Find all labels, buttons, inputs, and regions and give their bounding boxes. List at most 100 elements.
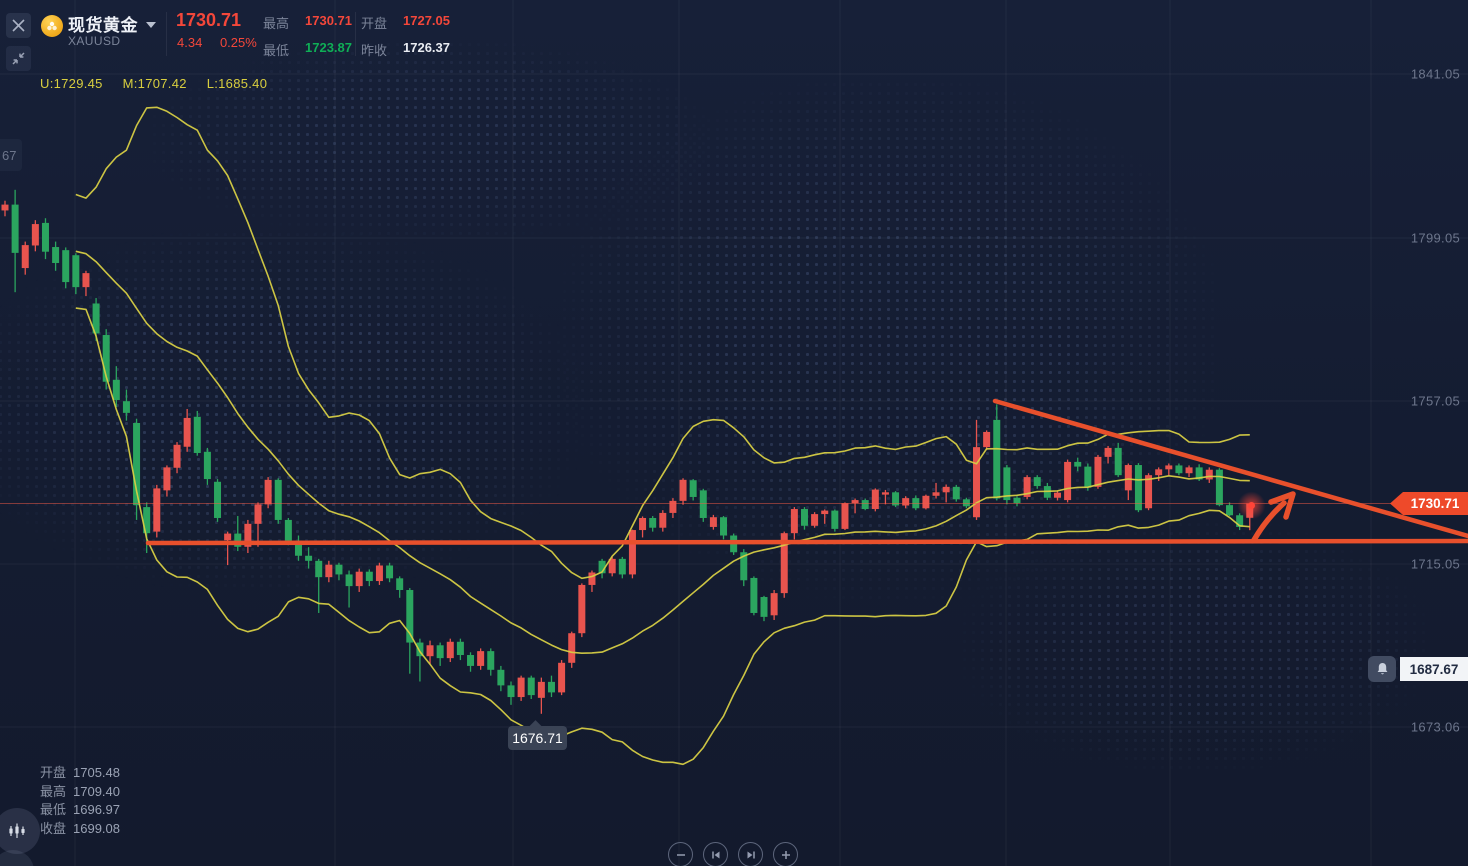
candle <box>1003 465 1011 505</box>
last-price: 1730.71 <box>176 10 242 30</box>
candle <box>396 576 404 598</box>
zoom-out-button[interactable] <box>668 842 693 866</box>
candle <box>294 535 302 561</box>
candle <box>558 660 566 696</box>
stat-label: 开盘 <box>361 16 388 31</box>
candle <box>699 488 707 522</box>
stat-label: 最低 <box>263 43 290 58</box>
change-value: 4.34 <box>177 35 203 50</box>
candle <box>649 516 657 532</box>
bollinger-upper: U:1729.45 <box>40 76 103 91</box>
candle <box>831 509 839 532</box>
candle <box>861 498 869 511</box>
stat-value: 1730.71 <box>305 13 352 28</box>
candle <box>345 570 353 608</box>
candle <box>1 200 9 217</box>
candle <box>942 484 950 503</box>
ohlc-value: 1709.40 <box>73 783 121 799</box>
annotations-layer <box>0 398 1468 546</box>
ohlc-label: 开盘 <box>40 765 67 780</box>
candle <box>720 516 728 540</box>
candle <box>62 247 70 289</box>
candle <box>446 638 454 663</box>
candle <box>669 498 677 518</box>
candle <box>588 570 596 592</box>
ohlc-readout-panel: 开盘 1705.48 最高 1709.40 最低 1696.97 收盘 1699.08 <box>40 764 120 838</box>
support-trendline <box>145 538 1468 546</box>
skip-to-end-button[interactable] <box>738 842 763 866</box>
chevron-down-icon <box>146 22 156 28</box>
candle <box>962 497 970 509</box>
minus-icon <box>676 853 685 856</box>
candle <box>477 648 485 670</box>
price-alert-button[interactable] <box>1368 656 1396 682</box>
candle <box>1215 468 1223 507</box>
gold-coin-icon <box>41 15 63 37</box>
zoom-in-button[interactable] <box>773 842 798 866</box>
candle <box>689 479 697 501</box>
collapse-button[interactable] <box>6 46 31 71</box>
close-button[interactable] <box>6 13 31 38</box>
candle <box>902 496 910 509</box>
grid-lines <box>0 0 1468 866</box>
candle <box>932 482 940 499</box>
bollinger-lower: L:1685.40 <box>206 76 268 91</box>
candle <box>1185 465 1193 478</box>
candle <box>52 241 60 271</box>
candle <box>274 478 282 524</box>
alert-price-label: 1687.67 <box>1400 657 1468 681</box>
candle <box>1104 445 1112 464</box>
candle <box>375 562 383 585</box>
candle <box>254 502 262 547</box>
candle <box>1053 490 1061 501</box>
candle <box>750 576 758 616</box>
candles-layer <box>1 189 1254 714</box>
ohlc-label: 收盘 <box>40 820 67 836</box>
candle <box>1165 463 1173 476</box>
candle <box>1134 463 1142 513</box>
candle <box>770 590 778 620</box>
ohlc-label: 最低 <box>40 802 67 817</box>
low-price-tooltip: 1676.71 <box>508 720 567 750</box>
stats-column-2: 开盘 1727.05 昨收 1726.37 <box>361 13 450 67</box>
current-price-badge: 1730.71 <box>1390 492 1468 515</box>
stat-value: 1726.37 <box>403 40 450 55</box>
candle <box>659 510 667 532</box>
header-divider <box>166 12 167 56</box>
candle <box>811 512 819 528</box>
symbol-selector[interactable]: 现货黄金 <box>68 11 156 36</box>
candle <box>1064 459 1072 503</box>
candle <box>800 507 808 530</box>
price-dot <box>1248 502 1255 509</box>
y-axis-label: 1673.06 <box>1410 719 1460 735</box>
bell-icon <box>1377 663 1387 675</box>
skip-to-start-button[interactable] <box>703 842 728 866</box>
candle <box>709 514 717 530</box>
y-axis-label: 1841.05 <box>1410 66 1460 82</box>
bollinger-readout: U:1729.45 M:1707.42 L:1685.40 <box>40 76 283 91</box>
candle <box>203 447 211 485</box>
candle <box>315 558 323 613</box>
candle <box>983 430 991 450</box>
candlestick-chart[interactable] <box>0 0 1468 866</box>
candle <box>517 675 525 701</box>
ohlc-value: 1699.08 <box>73 820 121 836</box>
ohlc-value: 1696.97 <box>73 802 121 817</box>
candle <box>102 329 110 390</box>
candle <box>1114 442 1122 478</box>
candle <box>871 488 879 512</box>
bollinger-middle: M:1707.42 <box>122 76 187 91</box>
low-price-value: 1676.71 <box>512 730 563 746</box>
candle <box>790 507 798 540</box>
candle <box>1074 457 1082 472</box>
y-axis-label: 1757.05 <box>1410 393 1460 409</box>
stats-column-1: 最高 1730.71 最低 1723.87 <box>263 13 352 67</box>
candle <box>639 516 647 538</box>
candle <box>234 516 242 552</box>
candle <box>851 498 859 514</box>
candle <box>436 642 444 666</box>
candle <box>82 270 90 297</box>
candle <box>1013 496 1021 507</box>
bollinger-bands <box>75 106 1250 766</box>
candle <box>628 529 636 579</box>
